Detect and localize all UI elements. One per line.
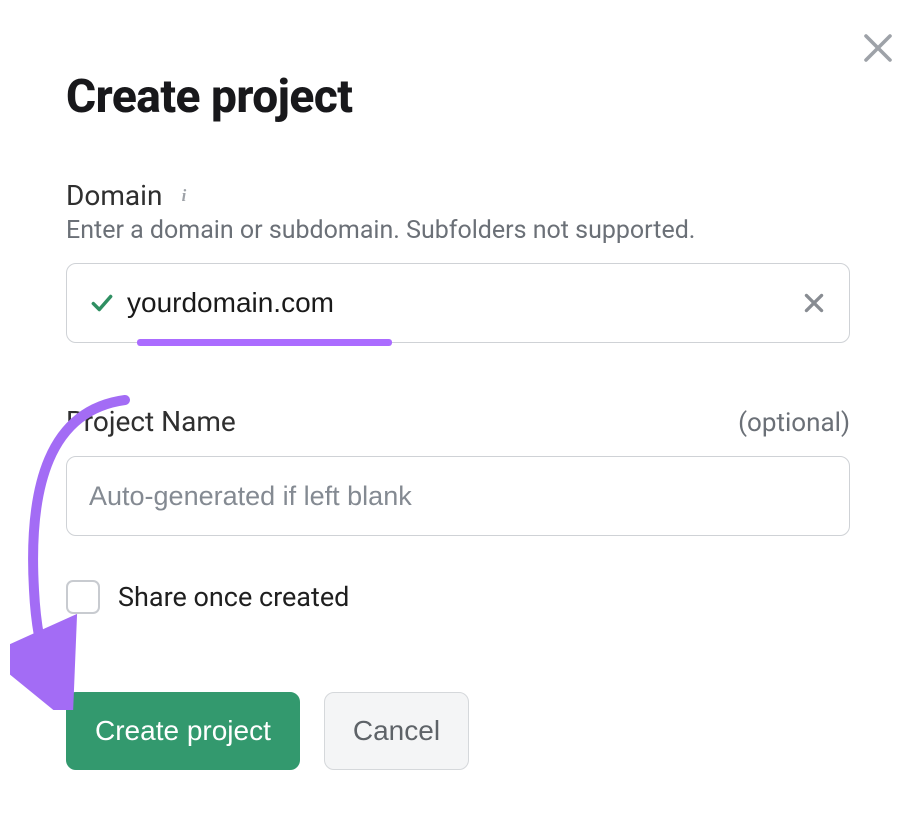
domain-helper: Enter a domain or subdomain. Subfolders … bbox=[66, 216, 850, 245]
checkmark-icon bbox=[89, 290, 115, 316]
share-row: Share once created bbox=[66, 580, 850, 614]
modal-title: Create project bbox=[66, 70, 850, 124]
project-name-label: Project Name bbox=[66, 405, 236, 438]
clear-icon[interactable] bbox=[801, 290, 827, 316]
share-label: Share once created bbox=[118, 581, 349, 613]
project-name-input[interactable] bbox=[66, 456, 850, 536]
create-project-modal: Create project Domain i Enter a domain o… bbox=[0, 0, 916, 770]
info-icon[interactable]: i bbox=[174, 186, 194, 206]
domain-field: Domain i Enter a domain or subdomain. Su… bbox=[66, 179, 850, 343]
create-project-button[interactable]: Create project bbox=[66, 692, 300, 770]
button-row: Create project Cancel bbox=[66, 692, 850, 770]
close-icon[interactable] bbox=[860, 30, 896, 66]
cancel-button[interactable]: Cancel bbox=[324, 692, 469, 770]
highlight-underline bbox=[137, 339, 392, 346]
svg-text:i: i bbox=[182, 186, 187, 205]
optional-label: (optional) bbox=[738, 408, 850, 438]
domain-input-wrap bbox=[66, 263, 850, 343]
project-name-field: Project Name (optional) bbox=[66, 405, 850, 536]
share-checkbox[interactable] bbox=[66, 580, 100, 614]
domain-input[interactable] bbox=[127, 287, 789, 319]
domain-label: Domain bbox=[66, 179, 162, 212]
